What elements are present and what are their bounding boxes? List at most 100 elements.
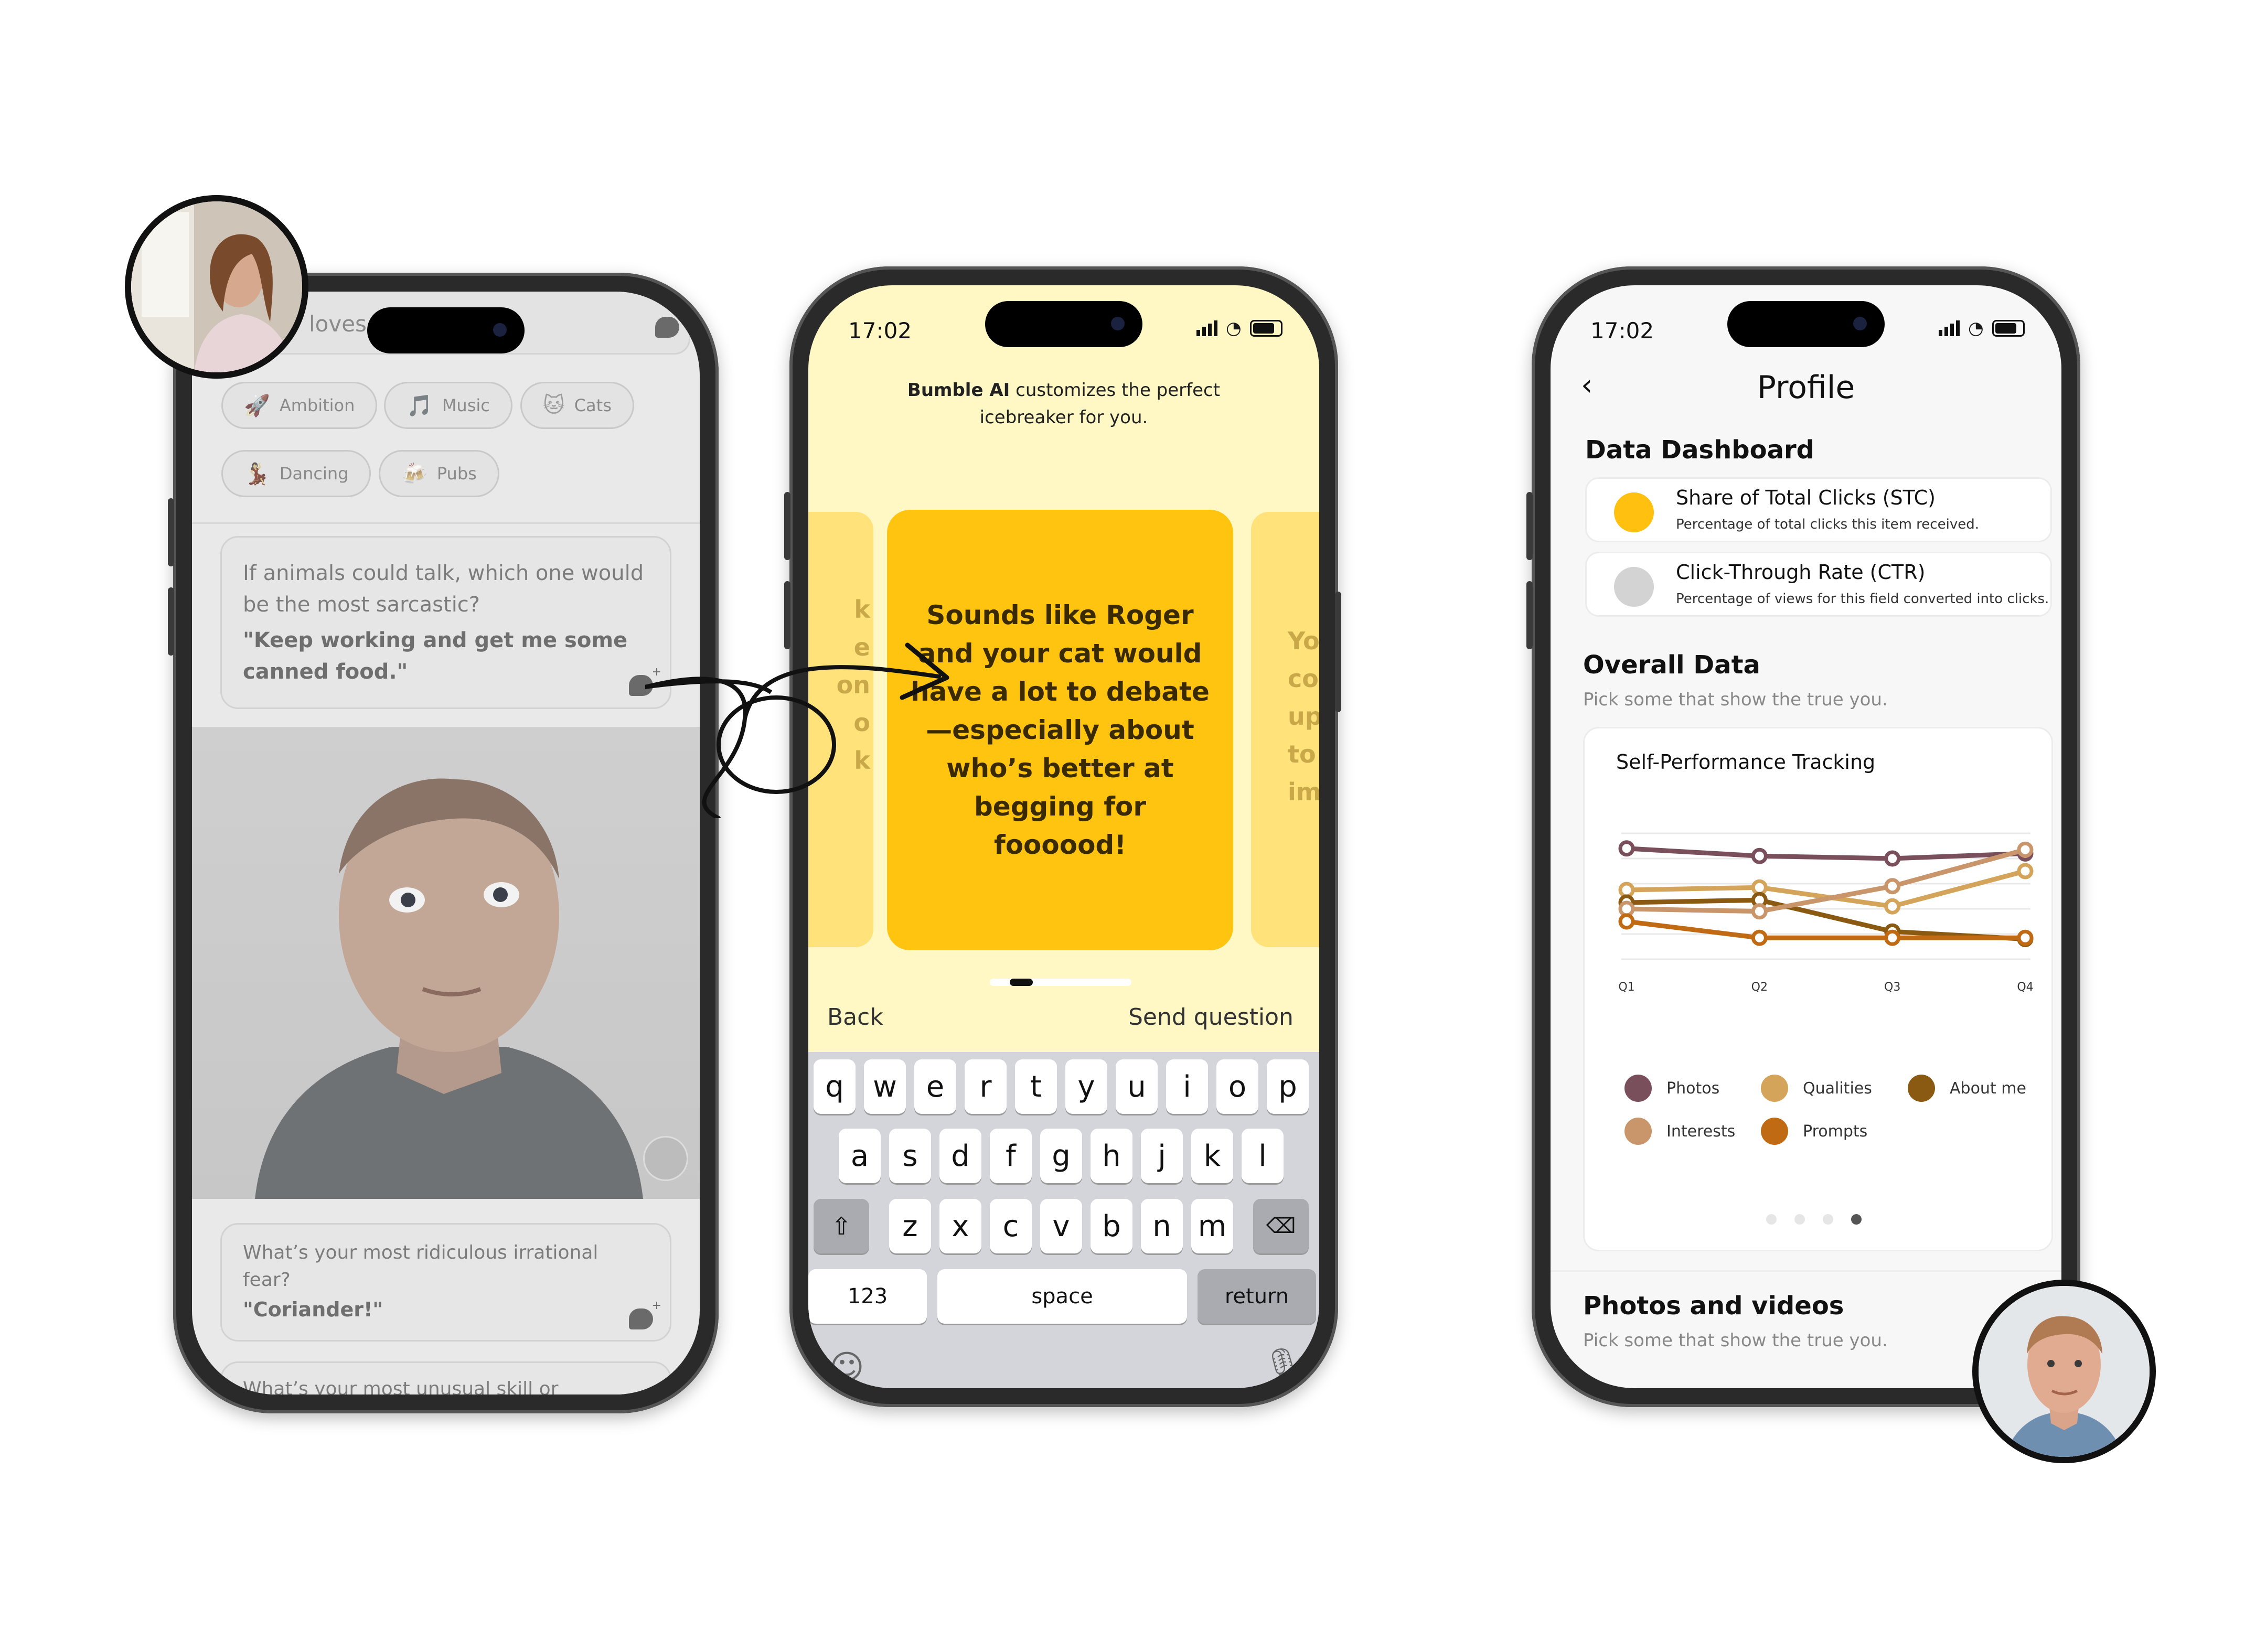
section-divider [192, 522, 700, 524]
key-s[interactable]: s [889, 1129, 931, 1183]
key-z[interactable]: z [889, 1199, 931, 1253]
prompt-card-2[interactable]: What’s your most ridiculous irrational f… [220, 1223, 671, 1342]
legend-item-qualities[interactable]: Qualities [1761, 1075, 1872, 1102]
prompt-card-1[interactable]: If animals could talk, which one would b… [220, 536, 671, 709]
key-u[interactable]: u [1116, 1059, 1158, 1114]
left-phone: loves Foodie 🚀Ambition 🎵Music 🐱Cats 💃Dan… [168, 273, 719, 1413]
chat-add-icon[interactable] [655, 307, 688, 338]
key-j[interactable]: j [1141, 1129, 1183, 1183]
legend-swatch [1761, 1118, 1788, 1145]
chart-title: Self-Performance Tracking [1616, 750, 1876, 774]
microphone-icon[interactable]: 🎙 [1263, 1346, 1302, 1383]
back-button[interactable]: Back [827, 1004, 883, 1031]
key-r[interactable]: r [965, 1059, 1007, 1114]
chip-dancing[interactable]: 💃 Dancing [221, 450, 371, 497]
key-l[interactable]: l [1242, 1129, 1284, 1183]
status-time: 17:02 [848, 318, 912, 344]
prompt-card-3[interactable]: What’s your most unusual skill or [220, 1361, 671, 1394]
chip-cats[interactable]: 🐱 Cats [520, 382, 634, 429]
status-time: 17:02 [1590, 318, 1654, 344]
key-i[interactable]: i [1166, 1059, 1208, 1114]
icebreaker-card-next[interactable]: Yo co up to im [1251, 512, 1319, 947]
key-d[interactable]: d [939, 1129, 981, 1183]
chat-add-icon[interactable] [629, 1299, 661, 1329]
wifi-icon: ◔ [1968, 318, 1984, 339]
metric-ctr[interactable]: Click-Through Rate (CTR) Percentage of v… [1585, 552, 2052, 617]
key-k[interactable]: k [1191, 1129, 1233, 1183]
delete-key[interactable]: ⌫ [1253, 1199, 1309, 1253]
key-n[interactable]: n [1141, 1199, 1183, 1253]
key-y[interactable]: y [1065, 1059, 1107, 1114]
data-point[interactable] [2017, 929, 2034, 946]
legend-item-photos[interactable]: Photos [1624, 1075, 1719, 1102]
page-dot[interactable] [1766, 1214, 1777, 1225]
x-tick-label: Q2 [1751, 981, 1768, 994]
status-icons: ◔ [1196, 318, 1282, 339]
prompt-question: What’s your most ridiculous irrational f… [243, 1242, 598, 1291]
data-point[interactable] [1751, 848, 1768, 864]
key-g[interactable]: g [1040, 1129, 1082, 1183]
key-a[interactable]: a [839, 1129, 881, 1183]
data-point[interactable] [1618, 900, 1635, 917]
metric-stc[interactable]: Share of Total Clicks (STC) Percentage o… [1585, 477, 2052, 542]
chip-pubs[interactable]: 🍻 Pubs [379, 450, 499, 497]
data-point[interactable] [1884, 929, 1901, 946]
x-tick-label: Q4 [2017, 981, 2033, 994]
page-dot[interactable] [1794, 1214, 1805, 1225]
cat-icon: 🐱 [543, 393, 565, 417]
data-point[interactable] [1751, 929, 1768, 946]
key-h[interactable]: h [1091, 1129, 1132, 1183]
key-f[interactable]: f [990, 1129, 1032, 1183]
key-e[interactable]: e [914, 1059, 956, 1114]
annotation-arrow [645, 642, 949, 818]
key-m[interactable]: m [1191, 1199, 1233, 1253]
dashboard-heading: Data Dashboard [1585, 435, 1815, 465]
chip-ambition[interactable]: 🚀 Ambition [221, 382, 378, 429]
return-key[interactable]: return [1198, 1269, 1316, 1324]
data-point[interactable] [1618, 913, 1635, 930]
legend-item-prompts[interactable]: Prompts [1761, 1118, 1867, 1145]
key-t[interactable]: t [1015, 1059, 1057, 1114]
send-question-button[interactable]: Send question [1128, 1004, 1294, 1031]
photos-heading: Photos and videos [1583, 1291, 1844, 1321]
cellular-signal-icon [1196, 320, 1217, 336]
metric-subtitle: Percentage of total clicks this item rec… [1676, 517, 1979, 532]
legend-label: Interests [1666, 1122, 1736, 1141]
chat-add-icon[interactable] [643, 1136, 688, 1181]
data-point[interactable] [1618, 882, 1635, 898]
key-b[interactable]: b [1091, 1199, 1132, 1253]
key-x[interactable]: x [939, 1199, 981, 1253]
music-note-icon: 🎵 [407, 393, 433, 418]
user-avatar-woman [125, 195, 308, 379]
data-point[interactable] [1751, 903, 1768, 920]
data-point[interactable] [2017, 841, 2034, 858]
page-dot[interactable] [1823, 1214, 1833, 1225]
legend-item-interests[interactable]: Interests [1624, 1118, 1735, 1145]
status-icons: ◔ [1939, 318, 2025, 339]
data-point[interactable] [1618, 840, 1635, 857]
chip-music[interactable]: 🎵 Music [384, 382, 512, 429]
data-point[interactable] [1884, 850, 1901, 867]
numbers-key[interactable]: 123 [808, 1269, 927, 1324]
x-tick-label: Q1 [1618, 981, 1634, 994]
key-q[interactable]: q [814, 1059, 856, 1114]
legend-item-about-me[interactable]: About me [1908, 1075, 2026, 1102]
key-c[interactable]: c [990, 1199, 1032, 1253]
data-point[interactable] [1751, 879, 1768, 896]
key-p[interactable]: p [1267, 1059, 1309, 1114]
data-point[interactable] [1884, 878, 1901, 895]
key-o[interactable]: o [1216, 1059, 1258, 1114]
key-w[interactable]: w [864, 1059, 906, 1114]
data-point[interactable] [1884, 898, 1901, 915]
prompt-question: What’s your most unusual skill or [243, 1378, 559, 1394]
legend-label: Qualities [1803, 1079, 1872, 1098]
legend-label: About me [1950, 1079, 2026, 1098]
dancer-icon: 💃 [244, 462, 270, 486]
page-dot-active[interactable] [1851, 1214, 1862, 1225]
key-v[interactable]: v [1040, 1199, 1082, 1253]
space-key[interactable]: space [937, 1269, 1187, 1324]
prompt-answer: "Coriander!" [243, 1298, 383, 1321]
data-point[interactable] [2017, 863, 2034, 879]
emoji-icon[interactable]: ☺ [829, 1348, 864, 1387]
shift-key[interactable]: ⇧ [814, 1199, 869, 1253]
